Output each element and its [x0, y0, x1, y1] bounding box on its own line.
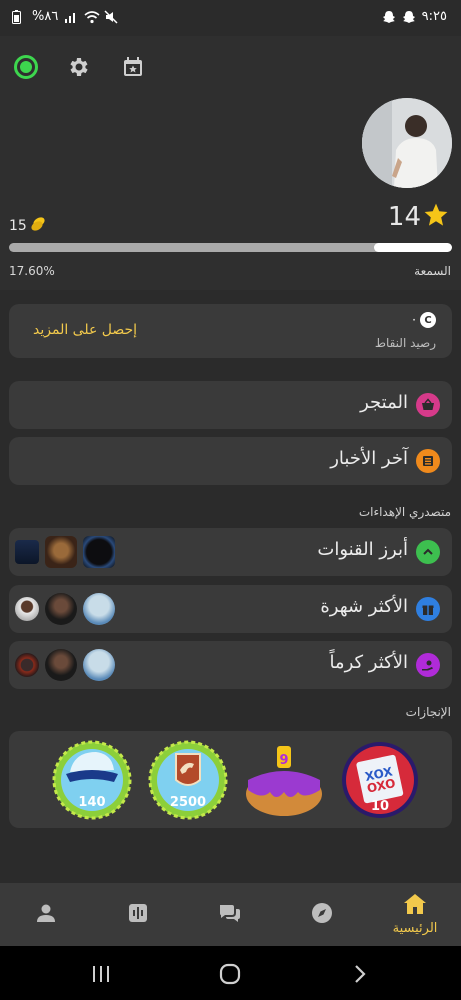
coins-value: 15	[9, 218, 27, 234]
nav-profile[interactable]	[0, 883, 92, 946]
tic-tac-toe-icon[interactable]: XOX OXO 10	[340, 740, 420, 820]
snapchat-icon	[382, 10, 396, 24]
signal-icon	[64, 10, 78, 24]
get-more-link[interactable]: إحصل على المزيد	[33, 322, 137, 338]
mute-icon	[104, 9, 118, 24]
basket-icon	[416, 393, 440, 417]
reputation-progress-fill	[374, 243, 452, 252]
reputation-progress-bar	[9, 243, 452, 252]
chevron-up-icon	[416, 540, 440, 564]
badge-count: 9	[279, 753, 288, 768]
reputation-label: السمعة	[414, 264, 451, 278]
profile-avatar[interactable]	[362, 98, 452, 188]
nav-explore[interactable]	[276, 883, 368, 946]
channel-thumbnail[interactable]	[15, 540, 39, 564]
settings-gear-icon[interactable]	[66, 54, 92, 80]
most-famous-item[interactable]: الأكثر شهرة	[9, 585, 452, 633]
snapchat-icon	[402, 10, 416, 24]
top-channels-item[interactable]: أبرز القنوات	[9, 528, 452, 576]
top-channels-label: أبرز القنوات	[317, 539, 408, 560]
most-generous-label: الأكثر كرماً	[329, 652, 408, 673]
badges-row: 140 2500 9 XOX OXO 10	[52, 740, 420, 820]
nav-home[interactable]: الرئيسية	[369, 883, 461, 946]
level-number: 14	[387, 202, 421, 232]
user-avatar[interactable]	[15, 597, 39, 621]
achievements-title: الإنجازات	[405, 705, 451, 719]
newspaper-icon	[416, 449, 440, 473]
top-channels-thumbnails	[15, 536, 115, 568]
chat-bubbles-icon	[218, 902, 242, 928]
wifi-icon	[84, 10, 100, 24]
achievements-card: 140 2500 9 XOX OXO 10	[9, 731, 452, 828]
recent-apps-icon[interactable]	[87, 960, 115, 988]
news-item[interactable]: آخر الأخبار	[9, 437, 452, 485]
store-item[interactable]: المتجر	[9, 381, 452, 429]
cake-icon[interactable]: 9	[244, 740, 324, 820]
badge-count: 140	[78, 795, 105, 810]
status-time: ٩:٢٥	[421, 9, 447, 24]
user-avatar[interactable]	[83, 649, 115, 681]
battery-percent: %٨٦	[32, 9, 59, 24]
store-label: المتجر	[360, 392, 408, 413]
nav-stories[interactable]	[92, 883, 184, 946]
coin-stack-icon	[30, 216, 46, 236]
person-icon	[35, 902, 57, 928]
profile-header: 14 15 17.60% السمعة	[0, 36, 461, 290]
status-bar: %٨٦ ٩:٢٥	[0, 0, 461, 36]
online-status-icon[interactable]	[14, 55, 38, 79]
news-label: آخر الأخبار	[330, 448, 408, 469]
points-value-row: · C	[412, 312, 436, 328]
gift-icon	[416, 597, 440, 621]
channel-thumbnail[interactable]	[45, 536, 77, 568]
calendar-star-icon[interactable]	[120, 54, 146, 80]
audio-wave-icon	[127, 902, 149, 928]
points-coin-icon: C	[420, 312, 436, 328]
status-right: ٩:٢٥	[382, 9, 447, 24]
points-balance-card: إحصل على المزيد · C رصيد النقاط	[9, 304, 452, 358]
badge-count: 2500	[170, 795, 206, 810]
nav-chats[interactable]	[184, 883, 276, 946]
most-famous-thumbnails	[15, 593, 115, 625]
user-avatar[interactable]	[83, 593, 115, 625]
battery-icon	[12, 9, 26, 24]
channel-thumbnail[interactable]	[83, 536, 115, 568]
hand-coin-icon	[416, 653, 440, 677]
reputation-percent: 17.60%	[9, 264, 55, 278]
user-avatar[interactable]	[45, 649, 77, 681]
points-value: ·	[412, 313, 416, 327]
star-icon	[423, 202, 449, 232]
system-navigation-bar	[0, 946, 461, 1000]
bottom-navigation: الرئيسية	[0, 883, 461, 946]
horse-icon[interactable]: 2500	[148, 740, 228, 820]
back-chevron-icon[interactable]	[346, 960, 374, 988]
nav-home-label: الرئيسية	[392, 921, 438, 936]
user-avatar[interactable]	[45, 593, 77, 625]
cap-icon[interactable]: 140	[52, 740, 132, 820]
gift-leaders-title: متصدري الإهداءات	[358, 505, 451, 519]
header-actions	[14, 54, 146, 80]
badge-count: 10	[371, 799, 389, 814]
points-label: رصيد النقاط	[374, 336, 436, 350]
most-generous-thumbnails	[15, 649, 115, 681]
user-avatar[interactable]	[15, 653, 39, 677]
level-display: 14	[388, 202, 449, 232]
coins-display[interactable]: 15	[9, 216, 46, 236]
home-icon	[403, 893, 427, 919]
most-generous-item[interactable]: الأكثر كرماً	[9, 641, 452, 689]
most-famous-label: الأكثر شهرة	[320, 596, 408, 617]
home-button-icon[interactable]	[216, 960, 244, 988]
compass-icon	[311, 902, 333, 928]
status-left: %٨٦	[12, 9, 118, 24]
